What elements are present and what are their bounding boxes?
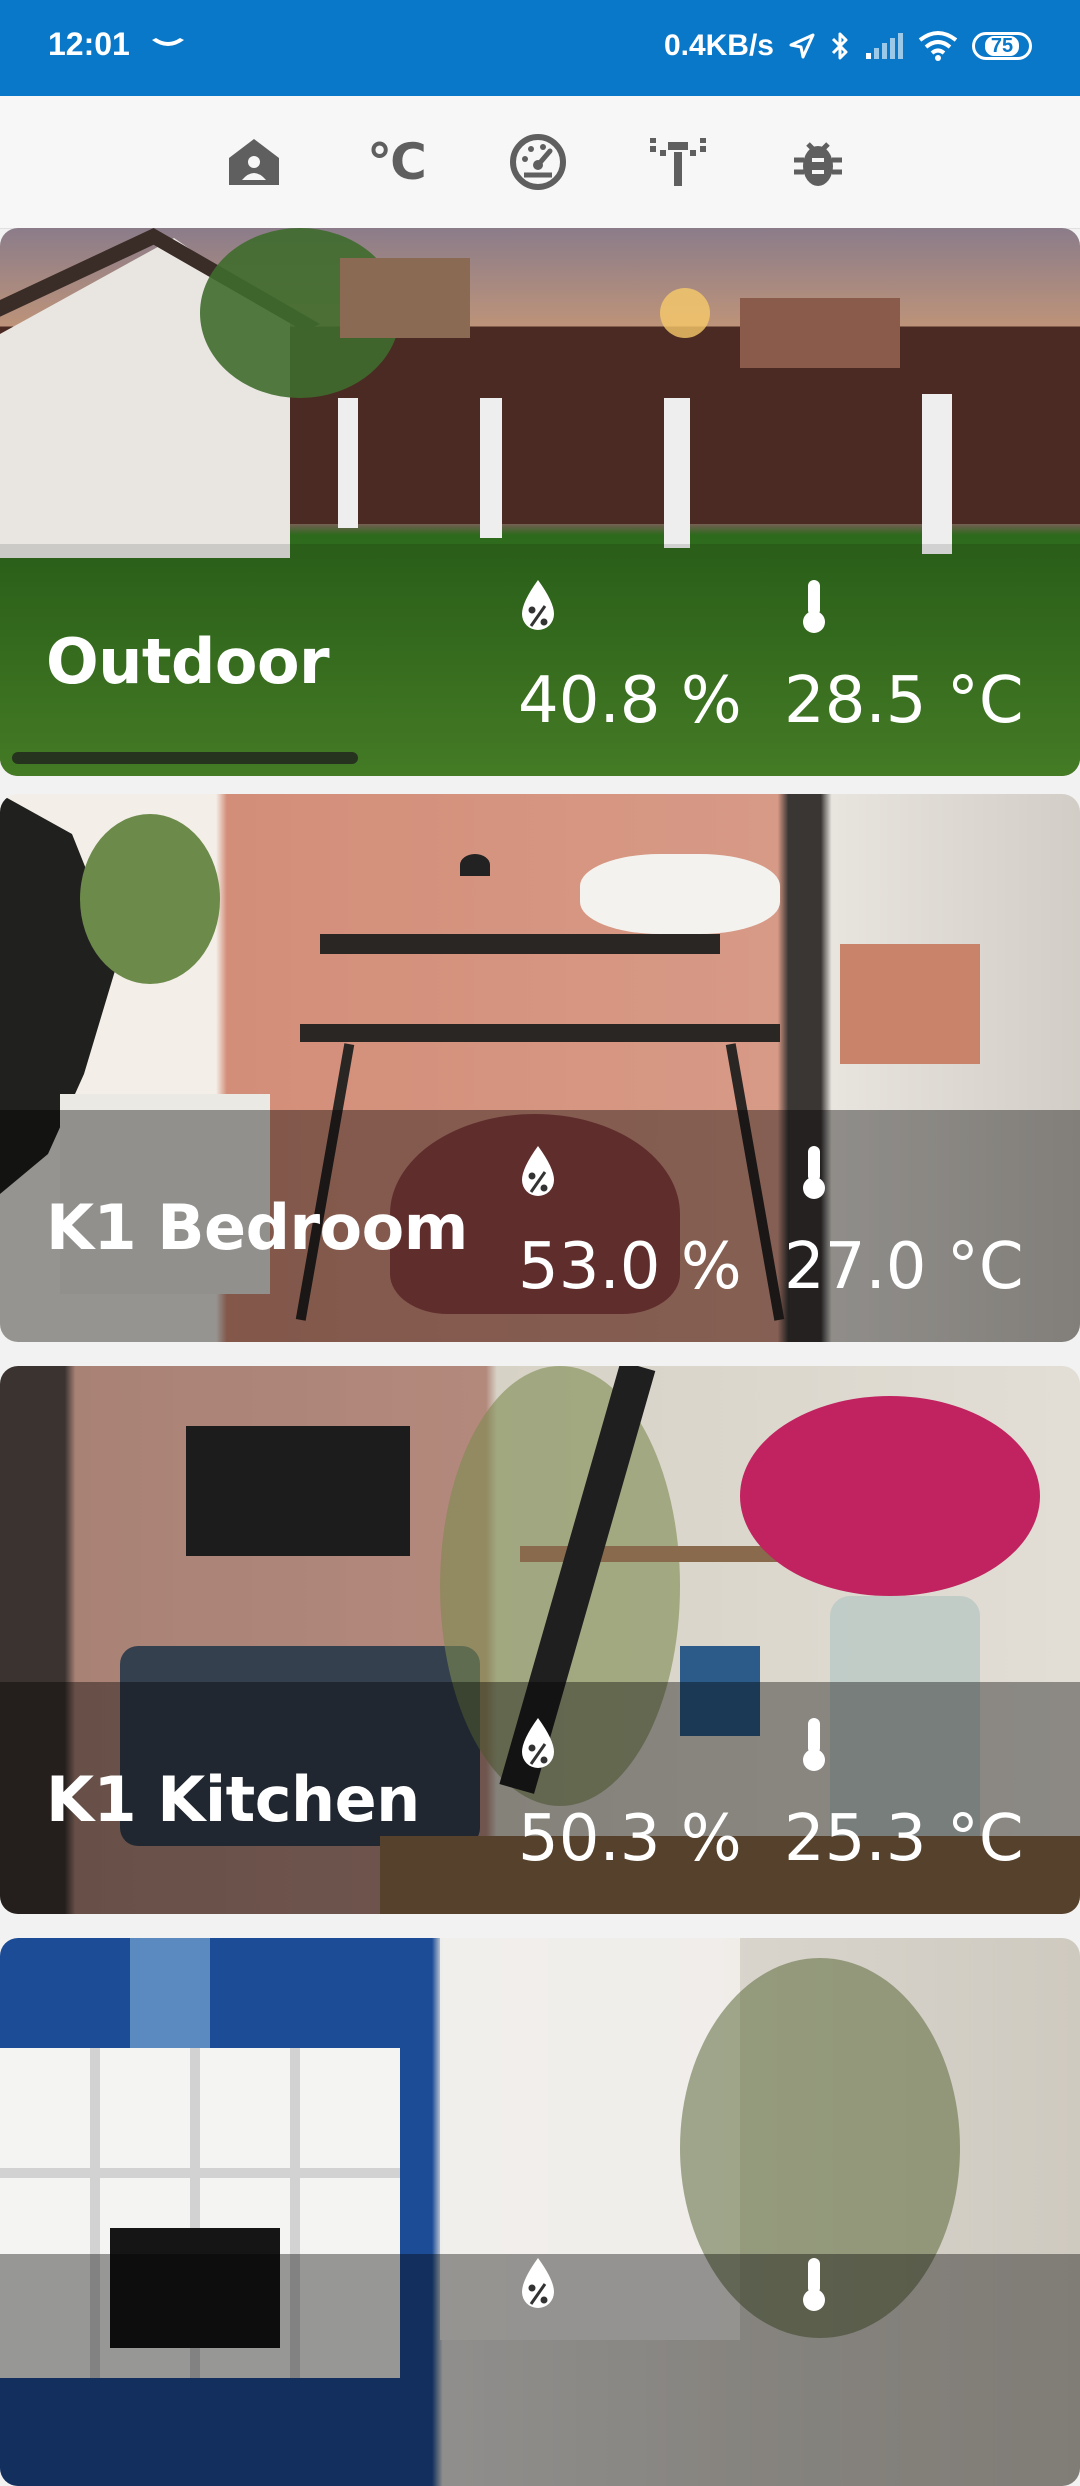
message-icon [152, 38, 184, 46]
room-card-k1-bedroom[interactable]: K1 Bedroom 53.0 % 27.0 °C [0, 794, 1080, 1342]
home-icon[interactable] [222, 130, 286, 194]
humidity-value: 50.3 % [518, 1802, 742, 1876]
location-icon [789, 33, 815, 59]
status-bar: 12:01 0.4KB/s 75 [0, 0, 1080, 96]
sensor-network-icon[interactable] [646, 130, 710, 194]
thermometer-icon [803, 2258, 825, 2311]
temperature-value: 25.3 °C [784, 1802, 1024, 1876]
room-name: K1 Bedroom [46, 1191, 468, 1264]
thermometer-icon [803, 1718, 825, 1771]
clock: 12:01 [48, 26, 130, 62]
network-speed: 0.4KB/s [663, 29, 774, 62]
room-card-office[interactable] [0, 1938, 1080, 2486]
temperature-value: 27.0 °C [784, 1230, 1024, 1304]
room-name: Outdoor [46, 625, 330, 698]
wifi-icon [918, 31, 958, 61]
room-card-k1-kitchen[interactable]: K1 Kitchen 50.3 % 25.3 °C [0, 1366, 1080, 1914]
room-card-outdoor[interactable]: Outdoor 40.8 % 28.5 °C [0, 228, 1080, 776]
thermometer-icon [803, 1146, 825, 1199]
temperature-value: 28.5 °C [784, 664, 1024, 738]
humidity-icon [522, 2258, 554, 2308]
thermometer-icon [803, 580, 825, 633]
room-name: K1 Kitchen [46, 1763, 420, 1836]
humidity-value: 53.0 % [518, 1230, 742, 1304]
bluetooth-icon [831, 32, 848, 60]
humidity-icon [522, 1718, 554, 1768]
humidity-value: 40.8 % [518, 664, 742, 738]
battery-indicator: 75 [972, 32, 1032, 60]
status-indicators: 0.4KB/s 75 [664, 22, 1032, 70]
battery-level: 75 [984, 36, 1020, 56]
humidity-icon [522, 580, 554, 630]
humidity-icon [522, 1146, 554, 1196]
top-navigation: °C [0, 96, 1080, 229]
celsius-icon[interactable]: °C [364, 130, 428, 194]
gauge-icon[interactable] [506, 130, 570, 194]
signal-icon [866, 33, 903, 59]
card-scroll-indicator [12, 752, 358, 764]
bug-icon[interactable] [786, 130, 850, 194]
